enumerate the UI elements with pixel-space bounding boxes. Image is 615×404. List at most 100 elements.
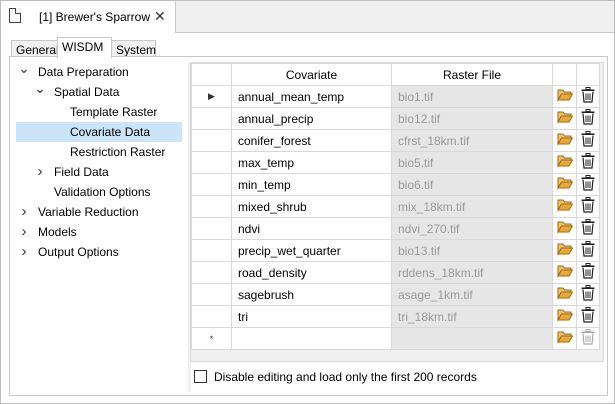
browse-cell xyxy=(552,151,577,174)
row-selector[interactable]: * xyxy=(191,327,232,350)
folder-icon[interactable] xyxy=(556,242,573,259)
browse-cell xyxy=(552,327,577,350)
tree-item[interactable]: Validation Options xyxy=(16,182,182,202)
row-selector[interactable] xyxy=(191,151,232,174)
table-row[interactable]: max_temp bio5.tif xyxy=(191,151,600,174)
tab-wisdm[interactable]: WISDM xyxy=(57,37,112,58)
row-selector[interactable] xyxy=(191,217,232,240)
folder-icon[interactable] xyxy=(556,286,573,303)
trash-icon[interactable] xyxy=(581,153,595,172)
tree-item[interactable]: Restriction Raster xyxy=(16,142,182,162)
document-tab-bar: [1] Brewer's Sparrow ✕ xyxy=(1,1,614,33)
table-row[interactable]: annual_precip bio12.tif xyxy=(191,107,600,130)
tree-item-label: Restriction Raster xyxy=(70,145,166,159)
trash-icon[interactable] xyxy=(581,285,595,304)
chevron-right-icon[interactable]: › xyxy=(34,162,46,182)
column-header-covariate[interactable]: Covariate xyxy=(231,63,392,86)
trash-icon[interactable] xyxy=(581,87,595,106)
covariate-cell[interactable]: mixed_shrub xyxy=(231,195,392,218)
row-selector[interactable] xyxy=(191,283,232,306)
chevron-down-icon[interactable]: ⌄ xyxy=(18,58,30,78)
raster-file-cell: mix_18km.tif xyxy=(391,195,553,218)
tree-item[interactable]: › Field Data xyxy=(16,162,182,182)
delete-cell xyxy=(576,85,600,108)
trash-icon[interactable] xyxy=(581,109,595,128)
covariate-cell[interactable]: max_temp xyxy=(231,151,392,174)
table-row[interactable]: ndvi ndvi_270.tif xyxy=(191,217,600,240)
table-row[interactable]: road_density rddens_18km.tif xyxy=(191,261,600,284)
covariate-cell[interactable]: road_density xyxy=(231,261,392,284)
tree-item-label: Spatial Data xyxy=(54,85,120,99)
row-selector[interactable] xyxy=(191,195,232,218)
chevron-right-icon[interactable]: › xyxy=(18,202,30,222)
covariate-cell[interactable] xyxy=(231,327,392,350)
covariate-cell[interactable]: sagebrush xyxy=(231,283,392,306)
row-selector[interactable] xyxy=(191,239,232,262)
browse-cell xyxy=(552,261,577,284)
table-row[interactable]: tri tri_18km.tif xyxy=(191,305,600,328)
raster-file-cell: bio1.tif xyxy=(391,85,553,108)
trash-icon[interactable] xyxy=(581,197,595,216)
disable-editing-checkbox[interactable] xyxy=(194,370,207,383)
raster-file-cell: rddens_18km.tif xyxy=(391,261,553,284)
folder-icon[interactable] xyxy=(556,308,573,325)
trash-icon xyxy=(581,329,595,348)
row-selector[interactable] xyxy=(191,129,232,152)
table-row[interactable]: conifer_forest cfrst_18km.tif xyxy=(191,129,600,152)
raster-file-cell: bio6.tif xyxy=(391,173,553,196)
tree-item-label: Template Raster xyxy=(70,105,158,119)
chevron-down-icon[interactable]: ⌄ xyxy=(34,78,46,98)
tree-item-label: Output Options xyxy=(38,245,119,259)
folder-icon[interactable] xyxy=(556,88,573,105)
new-row[interactable]: * xyxy=(191,327,600,350)
folder-icon[interactable] xyxy=(556,154,573,171)
row-selector[interactable] xyxy=(191,173,232,196)
table-row[interactable]: mixed_shrub mix_18km.tif xyxy=(191,195,600,218)
folder-icon[interactable] xyxy=(556,110,573,127)
covariate-cell[interactable]: min_temp xyxy=(231,173,392,196)
folder-icon[interactable] xyxy=(556,198,573,215)
column-header-raster-file[interactable]: Raster File xyxy=(391,63,553,86)
folder-icon[interactable] xyxy=(556,176,573,193)
table-row[interactable]: ▶ annual_mean_temp bio1.tif xyxy=(191,85,600,108)
covariate-cell[interactable]: annual_precip xyxy=(231,107,392,130)
close-icon[interactable]: ✕ xyxy=(154,8,166,25)
folder-icon[interactable] xyxy=(556,264,573,281)
trash-icon[interactable] xyxy=(581,219,595,238)
row-selector[interactable] xyxy=(191,107,232,130)
trash-icon[interactable] xyxy=(581,241,595,260)
delete-cell xyxy=(576,305,600,328)
tree-item[interactable]: › Output Options xyxy=(16,242,182,262)
trash-icon[interactable] xyxy=(581,131,595,150)
browse-cell xyxy=(552,305,577,328)
tree-item[interactable]: Template Raster xyxy=(16,102,182,122)
document-tab[interactable]: [1] Brewer's Sparrow ✕ xyxy=(1,1,176,33)
covariate-cell[interactable]: annual_mean_temp xyxy=(231,85,392,108)
table-row[interactable]: precip_wet_quarter bio13.tif xyxy=(191,239,600,262)
browse-cell xyxy=(552,283,577,306)
chevron-right-icon[interactable]: › xyxy=(18,222,30,242)
raster-file-cell: bio12.tif xyxy=(391,107,553,130)
chevron-right-icon[interactable]: › xyxy=(18,242,30,262)
covariate-cell[interactable]: precip_wet_quarter xyxy=(231,239,392,262)
folder-icon[interactable] xyxy=(556,330,573,347)
tree-item[interactable]: › Variable Reduction xyxy=(16,202,182,222)
tree-item[interactable]: Covariate Data xyxy=(16,122,182,142)
covariate-cell[interactable]: tri xyxy=(231,305,392,328)
trash-icon[interactable] xyxy=(581,175,595,194)
row-selector[interactable] xyxy=(191,305,232,328)
row-selector[interactable] xyxy=(191,261,232,284)
covariate-cell[interactable]: conifer_forest xyxy=(231,129,392,152)
wisdm-panel: ⌄ Data Preparation ⌄ Spatial Data Template R… xyxy=(9,56,608,396)
covariate-cell[interactable]: ndvi xyxy=(231,217,392,240)
table-row[interactable]: min_temp bio6.tif xyxy=(191,173,600,196)
trash-icon[interactable] xyxy=(581,307,595,326)
folder-icon[interactable] xyxy=(556,132,573,149)
delete-cell xyxy=(576,107,600,130)
trash-icon[interactable] xyxy=(581,263,595,282)
table-row[interactable]: sagebrush asage_1km.tif xyxy=(191,283,600,306)
folder-icon[interactable] xyxy=(556,220,573,237)
tree-item[interactable]: ⌄ Spatial Data xyxy=(16,80,182,102)
row-selector[interactable]: ▶ xyxy=(191,85,232,108)
tree-item[interactable]: › Models xyxy=(16,222,182,242)
